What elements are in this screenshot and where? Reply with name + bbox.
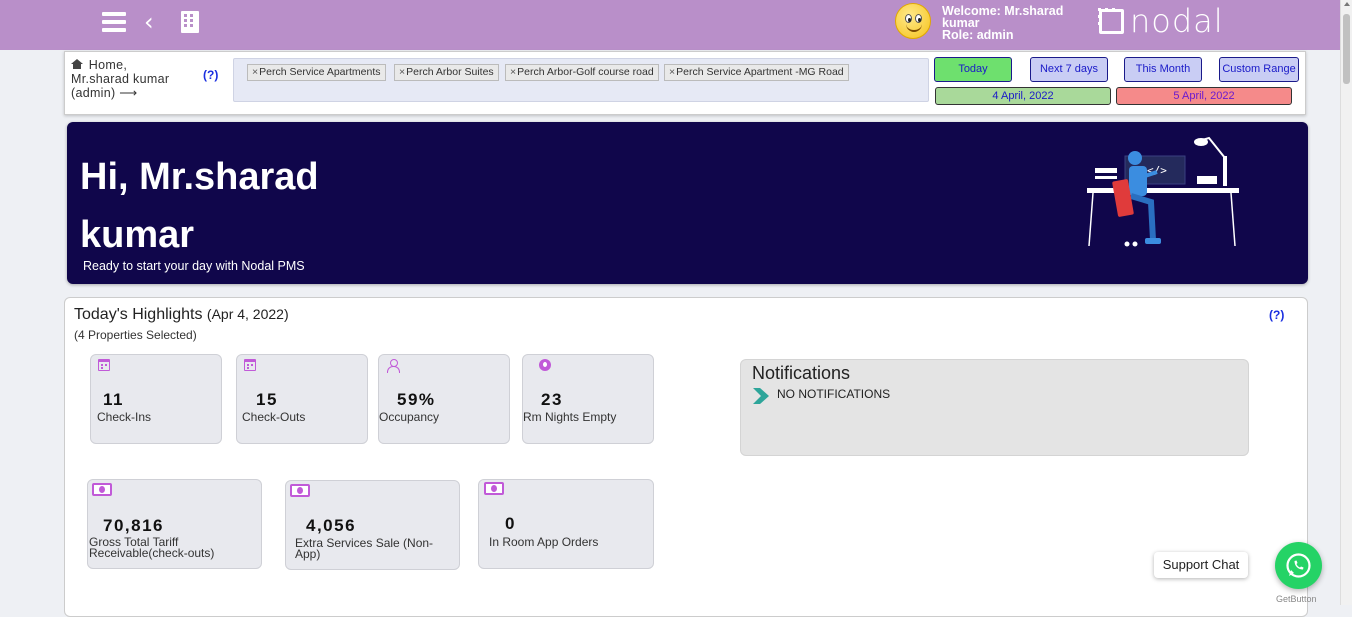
stat-value: 70,816: [103, 516, 164, 535]
property-chip[interactable]: ×Perch Arbor-Golf course road: [505, 64, 659, 81]
stat-value: 59%: [397, 390, 436, 409]
calendar-icon: [98, 359, 110, 371]
property-chip[interactable]: ×Perch Service Apartment -MG Road: [664, 64, 849, 81]
filter-bar: Home, Mr.sharad kumar (admin) ⟶ (?) ×Per…: [64, 51, 1306, 115]
user-icon: [387, 359, 400, 373]
chevron-right-icon: [753, 388, 769, 404]
whatsapp-button[interactable]: [1275, 542, 1322, 589]
highlights-heading: Today's Highlights (Apr 4, 2022): [74, 306, 289, 324]
stat-card-checkouts[interactable]: 15 Check-Outs: [236, 354, 368, 444]
stat-value: 4,056: [306, 516, 357, 535]
support-chat-label[interactable]: Support Chat: [1154, 552, 1248, 578]
money-icon: [290, 484, 310, 497]
stat-label: Rm Nights Empty: [523, 410, 617, 424]
highlights-date: (Apr 4, 2022): [206, 306, 289, 322]
stat-label: Occupancy: [379, 410, 440, 424]
this-month-button[interactable]: This Month: [1124, 57, 1202, 82]
stat-card-gross-tariff[interactable]: 70,816 Gross Total Tariff Receivable(che…: [87, 479, 262, 569]
stat-card-checkins[interactable]: 11 Check-Ins: [90, 354, 222, 444]
page-scrollbar[interactable]: [1340, 0, 1352, 605]
top-bar: ‹ Welcome: Mr.sharad kumar Role: admin n…: [0, 0, 1340, 50]
highlights-help-link[interactable]: (?): [1269, 308, 1284, 322]
avatar[interactable]: [895, 3, 931, 39]
end-date[interactable]: 5 April, 2022: [1116, 87, 1292, 105]
start-date[interactable]: 4 April, 2022: [935, 87, 1111, 105]
badge-icon: [539, 359, 551, 371]
breadcrumb-home[interactable]: Home,: [89, 58, 127, 72]
remove-chip-icon[interactable]: ×: [669, 66, 675, 78]
stat-label: Check-Ins: [97, 410, 152, 424]
highlights-subtitle: (4 Properties Selected): [74, 328, 197, 342]
getbutton-credit[interactable]: GetButton: [1276, 594, 1317, 604]
highlights-panel: Today's Highlights (Apr 4, 2022) (4 Prop…: [64, 297, 1308, 617]
custom-range-button[interactable]: Custom Range: [1219, 57, 1299, 82]
stat-card-in-room-orders[interactable]: 0 In Room App Orders: [478, 479, 654, 569]
property-chip[interactable]: ×Perch Service Apartments: [247, 64, 386, 81]
highlights-title: Today's Highlights: [74, 306, 203, 323]
property-multiselect[interactable]: ×Perch Service Apartments ×Perch Arbor S…: [233, 58, 929, 102]
hero-subtitle: Ready to start your day with Nodal PMS: [83, 259, 305, 273]
breadcrumb: Home, Mr.sharad kumar (admin) ⟶: [71, 58, 169, 100]
whatsapp-icon: [1286, 553, 1311, 578]
nodal-logo: nodal: [1098, 2, 1224, 40]
stat-value: 0: [505, 514, 516, 533]
logo-mark-icon: [1098, 8, 1124, 34]
today-button[interactable]: Today: [934, 57, 1012, 82]
remove-chip-icon[interactable]: ×: [510, 66, 516, 78]
remove-chip-icon[interactable]: ×: [399, 66, 405, 78]
logo-text: nodal: [1130, 2, 1224, 40]
stat-value: 11: [103, 390, 124, 409]
property-chip[interactable]: ×Perch Arbor Suites: [394, 64, 499, 81]
money-icon: [92, 483, 112, 496]
notifications-empty-text: NO NOTIFICATIONS: [777, 387, 891, 401]
welcome-banner: Hi, Mr.sharad kumar Ready to start your …: [67, 122, 1308, 284]
breadcrumb-help-link[interactable]: (?): [203, 68, 218, 82]
stat-card-extra-services[interactable]: 4,056 Extra Services Sale (Non-App): [285, 480, 460, 570]
stat-label: In Room App Orders: [489, 535, 599, 549]
money-icon: [484, 482, 504, 495]
stat-label: Extra Services Sale (Non-App): [295, 536, 434, 561]
developer-illustration-icon: </>: [1087, 136, 1239, 247]
breadcrumb-role: (admin) ⟶: [71, 86, 138, 100]
calendar-icon: [244, 359, 256, 371]
welcome-text: Welcome: Mr.sharad kumar Role: admin: [942, 5, 1063, 42]
user-role: Role: admin: [942, 28, 1014, 42]
notifications-title: Notifications: [752, 363, 851, 383]
stat-card-rm-nights-empty[interactable]: 23 Rm Nights Empty: [522, 354, 654, 444]
notifications-panel: Notifications NO NOTIFICATIONS: [740, 359, 1249, 456]
stat-card-occupancy[interactable]: 59% Occupancy: [378, 354, 510, 444]
next-7-days-button[interactable]: Next 7 days: [1030, 57, 1108, 82]
building-icon[interactable]: [181, 11, 199, 33]
stat-value: 15: [256, 390, 278, 409]
stat-label: Check-Outs: [242, 410, 306, 424]
hero-greeting: Hi, Mr.sharad kumar: [80, 156, 319, 256]
back-arrow-icon[interactable]: ‹: [144, 8, 154, 36]
stat-value: 23: [541, 390, 563, 409]
menu-icon[interactable]: [102, 12, 126, 32]
remove-chip-icon[interactable]: ×: [252, 66, 258, 78]
breadcrumb-user: Mr.sharad kumar: [71, 72, 170, 86]
stat-label: Gross Total Tariff Receivable(check-outs…: [89, 535, 215, 560]
home-icon[interactable]: [71, 59, 83, 69]
